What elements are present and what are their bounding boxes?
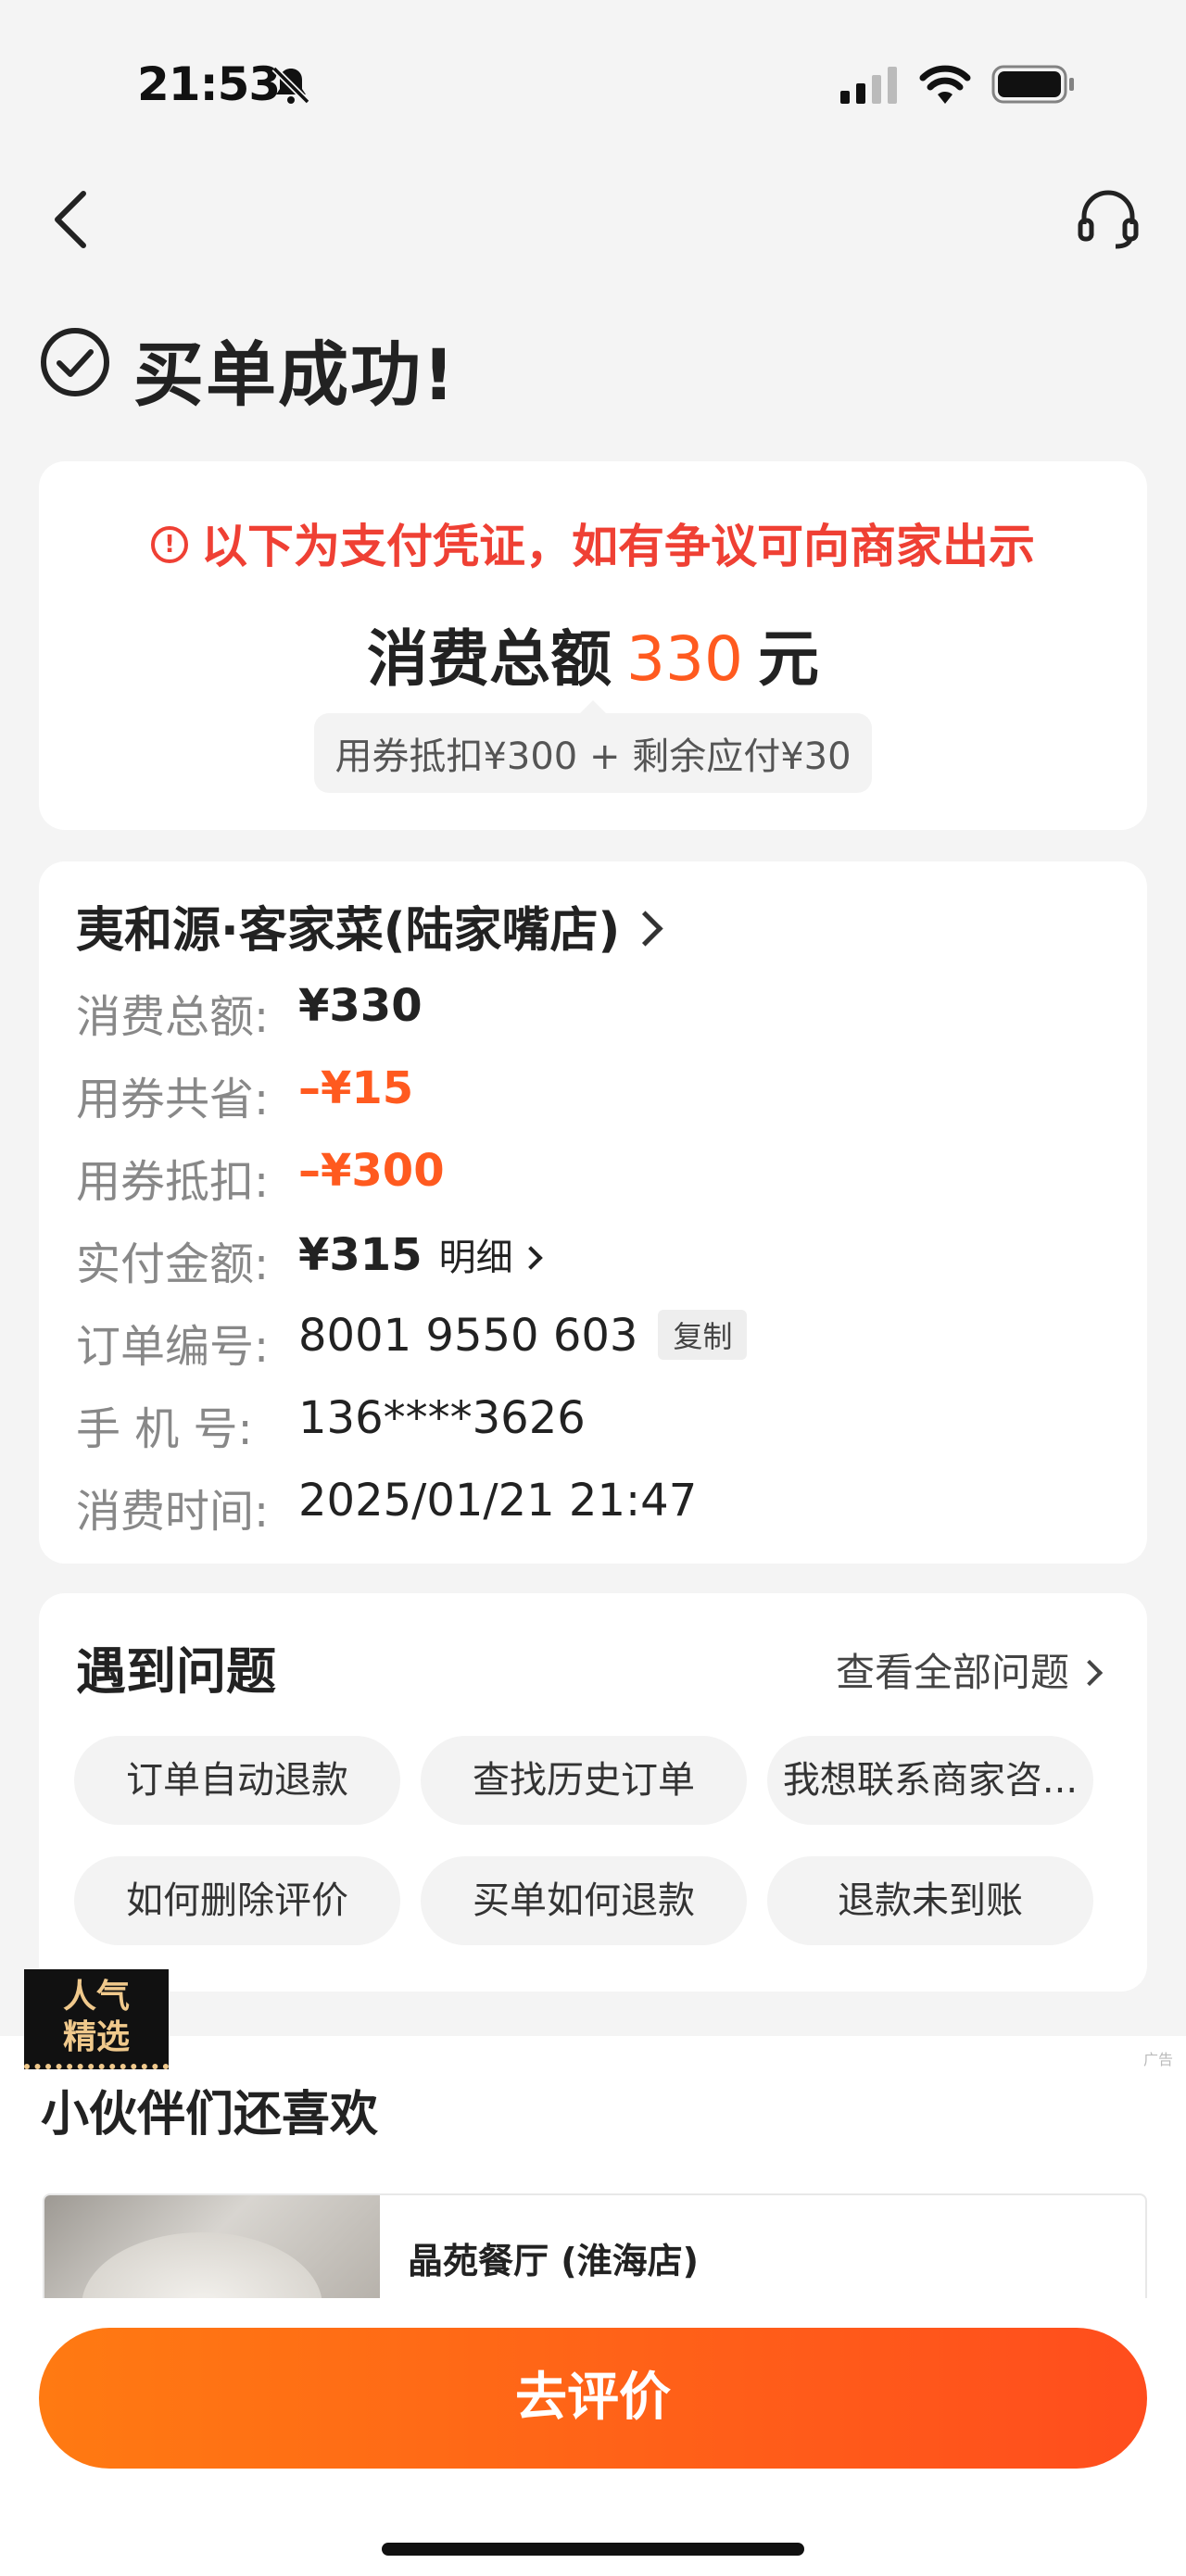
total-amount: 330 [626, 623, 743, 695]
order-number: 8001 9550 603 [298, 1310, 638, 1362]
voucher-notice: ! 以下为支付凭证，如有争议可向商家出示 [39, 509, 1147, 576]
order-details-card: 夷和源·客家菜(陆家嘴店) 消费总额: ¥330 用券共省: –¥15 用券抵扣… [39, 861, 1147, 1564]
payment-voucher-card: ! 以下为支付凭证，如有争议可向商家出示 消费总额 330 元 用券抵扣¥300 + … [39, 461, 1147, 830]
help-chip[interactable]: 买单如何退款 [421, 1856, 747, 1945]
help-chip[interactable]: 如何删除评价 [74, 1856, 400, 1945]
help-title: 遇到问题 [76, 1642, 276, 1701]
row-saved: 用券共省: –¥15 [76, 1062, 413, 1127]
row-coupon-deduct: 用券抵扣: –¥300 [76, 1145, 445, 1210]
badge-line-1: 人气 [62, 1978, 130, 2016]
bell-slash-icon [271, 66, 310, 105]
row-value: 136****3626 [298, 1392, 586, 1444]
store-name-link[interactable]: 夷和源·客家菜(陆家嘴店) [76, 891, 663, 961]
help-chip[interactable]: 我想联系商家咨... [767, 1736, 1093, 1825]
row-value: –¥15 [298, 1062, 414, 1114]
review-button[interactable]: 去评价 [39, 2328, 1147, 2469]
row-label: 用券抵扣: [76, 1156, 270, 1208]
page-title: 买单成功! [133, 333, 457, 416]
help-chip[interactable]: 退款未到账 [767, 1856, 1093, 1945]
view-all-label: 查看全部问题 [835, 1650, 1069, 1695]
row-phone: 手 机 号: 136****3626 [76, 1392, 586, 1457]
recommendation-section: 广告 小伙伴们还喜欢 晶苑餐厅 (淮海店) [0, 2036, 1186, 2327]
total-label: 消费总额 [367, 623, 612, 695]
row-value: ¥315 [298, 1229, 423, 1281]
detail-link[interactable]: 明细 [438, 1237, 543, 1279]
total-amount-line: 消费总额 330 元 [39, 609, 1147, 698]
help-card: 遇到问题 查看全部问题 订单自动退款 查找历史订单 我想联系商家咨... 如何删… [39, 1593, 1147, 1992]
detail-label: 明细 [438, 1237, 513, 1279]
row-time: 消费时间: 2025/01/21 21:47 [76, 1475, 697, 1539]
badge-line-2: 精选 [62, 2018, 130, 2056]
row-value: –¥300 [298, 1145, 445, 1197]
row-paid: 实付金额: ¥315 明细 [76, 1227, 543, 1292]
signal-icon [840, 67, 897, 104]
row-label: 消费时间: [76, 1486, 270, 1538]
row-value-wrap: 8001 9550 603 复制 [298, 1310, 748, 1363]
row-value-wrap: ¥315 明细 [298, 1227, 543, 1281]
row-order-number: 订单编号: 8001 9550 603 复制 [76, 1310, 748, 1375]
back-icon[interactable] [52, 190, 89, 249]
wifi-icon [919, 65, 971, 104]
payment-breakdown: 用券抵扣¥300 + 剩余应付¥30 [314, 700, 872, 793]
row-value: ¥330 [298, 980, 423, 1032]
row-total: 消费总额: ¥330 [76, 980, 423, 1045]
status-time: 21:53 [137, 57, 281, 111]
popular-pick-badge: 人气 精选 [24, 1969, 169, 2069]
chevron-right-icon [1076, 1659, 1104, 1687]
warning-icon: ! [151, 525, 188, 563]
store-name: 夷和源·客家菜(陆家嘴店) [76, 903, 621, 959]
row-label: 手 机 号: [76, 1403, 253, 1455]
view-all-problems-link[interactable]: 查看全部问题 [835, 1641, 1104, 1698]
recommendation-title: 小伙伴们还喜欢 [41, 2087, 379, 2142]
help-chip[interactable]: 订单自动退款 [74, 1736, 400, 1825]
row-label: 用券共省: [76, 1074, 270, 1125]
home-indicator[interactable] [382, 2543, 804, 2556]
restaurant-name: 晶苑餐厅 (淮海店) [408, 2241, 699, 2281]
ad-label: 广告 [1142, 2051, 1173, 2068]
row-label: 订单编号: [76, 1321, 270, 1373]
chevron-right-icon [627, 911, 663, 947]
customer-service-icon[interactable] [1075, 185, 1142, 252]
voucher-notice-text: 以下为支付凭证，如有争议可向商家出示 [201, 520, 1035, 573]
copy-button[interactable]: 复制 [658, 1310, 748, 1360]
help-chip[interactable]: 查找历史订单 [421, 1736, 747, 1825]
row-label: 实付金额: [76, 1238, 270, 1290]
breakdown-wrap: 用券抵扣¥300 + 剩余应付¥30 [39, 700, 1147, 793]
row-label: 消费总额: [76, 991, 270, 1043]
bottom-bar: 去评价 [0, 2298, 1186, 2576]
total-unit: 元 [757, 623, 819, 695]
row-value: 2025/01/21 21:47 [298, 1475, 698, 1527]
check-circle-icon [41, 328, 109, 396]
chevron-right-icon [518, 1246, 543, 1270]
battery-icon [991, 65, 1074, 104]
